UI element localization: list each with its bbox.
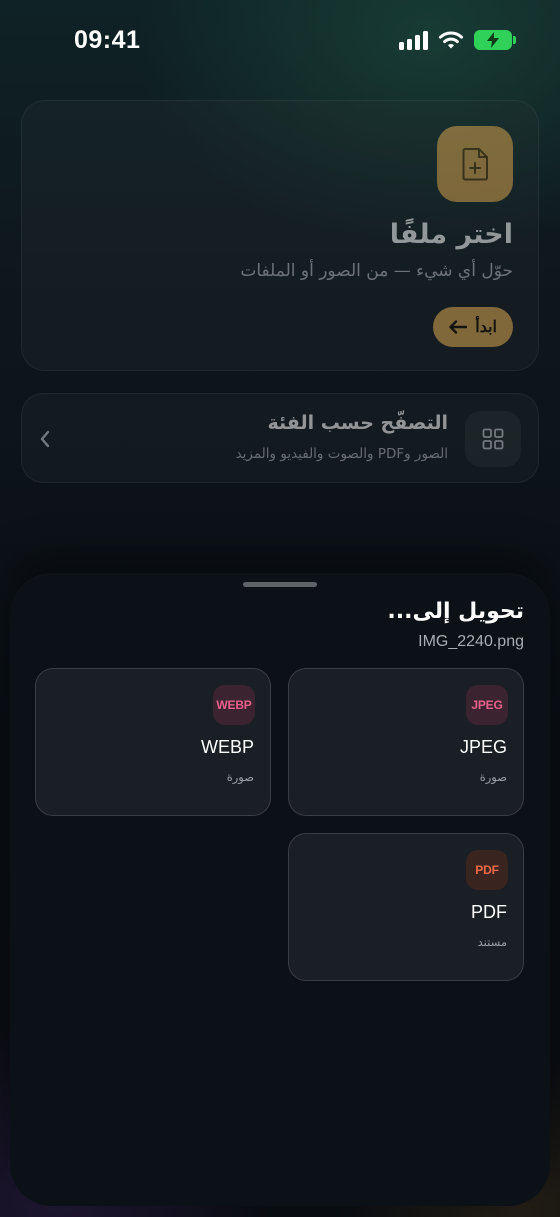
sheet-grabber[interactable] xyxy=(243,582,317,587)
browse-by-category-card[interactable]: التصفّح حسب الفئة الصور وPDF والصوت والف… xyxy=(21,393,539,483)
format-option-pdf[interactable]: PDF PDF مستند xyxy=(288,833,524,981)
browse-title: التصفّح حسب الفئة xyxy=(267,412,448,434)
grid-icon xyxy=(465,411,521,467)
convert-to-sheet: تحويل إلى... IMG_2240.png JPEG JPEG صورة… xyxy=(10,575,550,1206)
format-type: صورة xyxy=(479,770,507,784)
choose-file-card[interactable]: اختر ملفًا حوّل أي شيء — من الصور أو الم… xyxy=(21,100,539,371)
format-name: PDF xyxy=(471,902,507,922)
sheet-title: تحويل إلى... xyxy=(387,599,524,624)
hero-title: اختر ملفًا xyxy=(389,219,513,250)
pdf-badge-icon: PDF xyxy=(466,850,508,890)
format-name: JPEG xyxy=(459,737,507,757)
start-button[interactable]: ابدأ xyxy=(433,307,513,347)
jpeg-badge-icon: JPEG xyxy=(466,685,508,725)
arrow-left-icon xyxy=(449,320,468,334)
source-filename: IMG_2240.png xyxy=(418,633,524,650)
format-type: مستند xyxy=(477,935,507,949)
start-button-label: ابدأ xyxy=(475,319,497,336)
browse-subtitle: الصور وPDF والصوت والفيديو والمزيد xyxy=(235,446,448,462)
format-option-jpeg[interactable]: JPEG JPEG صورة xyxy=(288,668,524,816)
format-type: صورة xyxy=(226,770,254,784)
chevron-left-icon xyxy=(40,430,50,448)
format-option-webp[interactable]: WEBP WEBP صورة xyxy=(35,668,271,816)
hero-subtitle: حوّل أي شيء — من الصور أو الملفات xyxy=(240,261,513,281)
format-name: WEBP xyxy=(200,737,254,757)
file-plus-icon xyxy=(437,126,513,202)
webp-badge-icon: WEBP xyxy=(213,685,255,725)
background-content: اختر ملفًا حوّل أي شيء — من الصور أو الم… xyxy=(0,0,560,520)
